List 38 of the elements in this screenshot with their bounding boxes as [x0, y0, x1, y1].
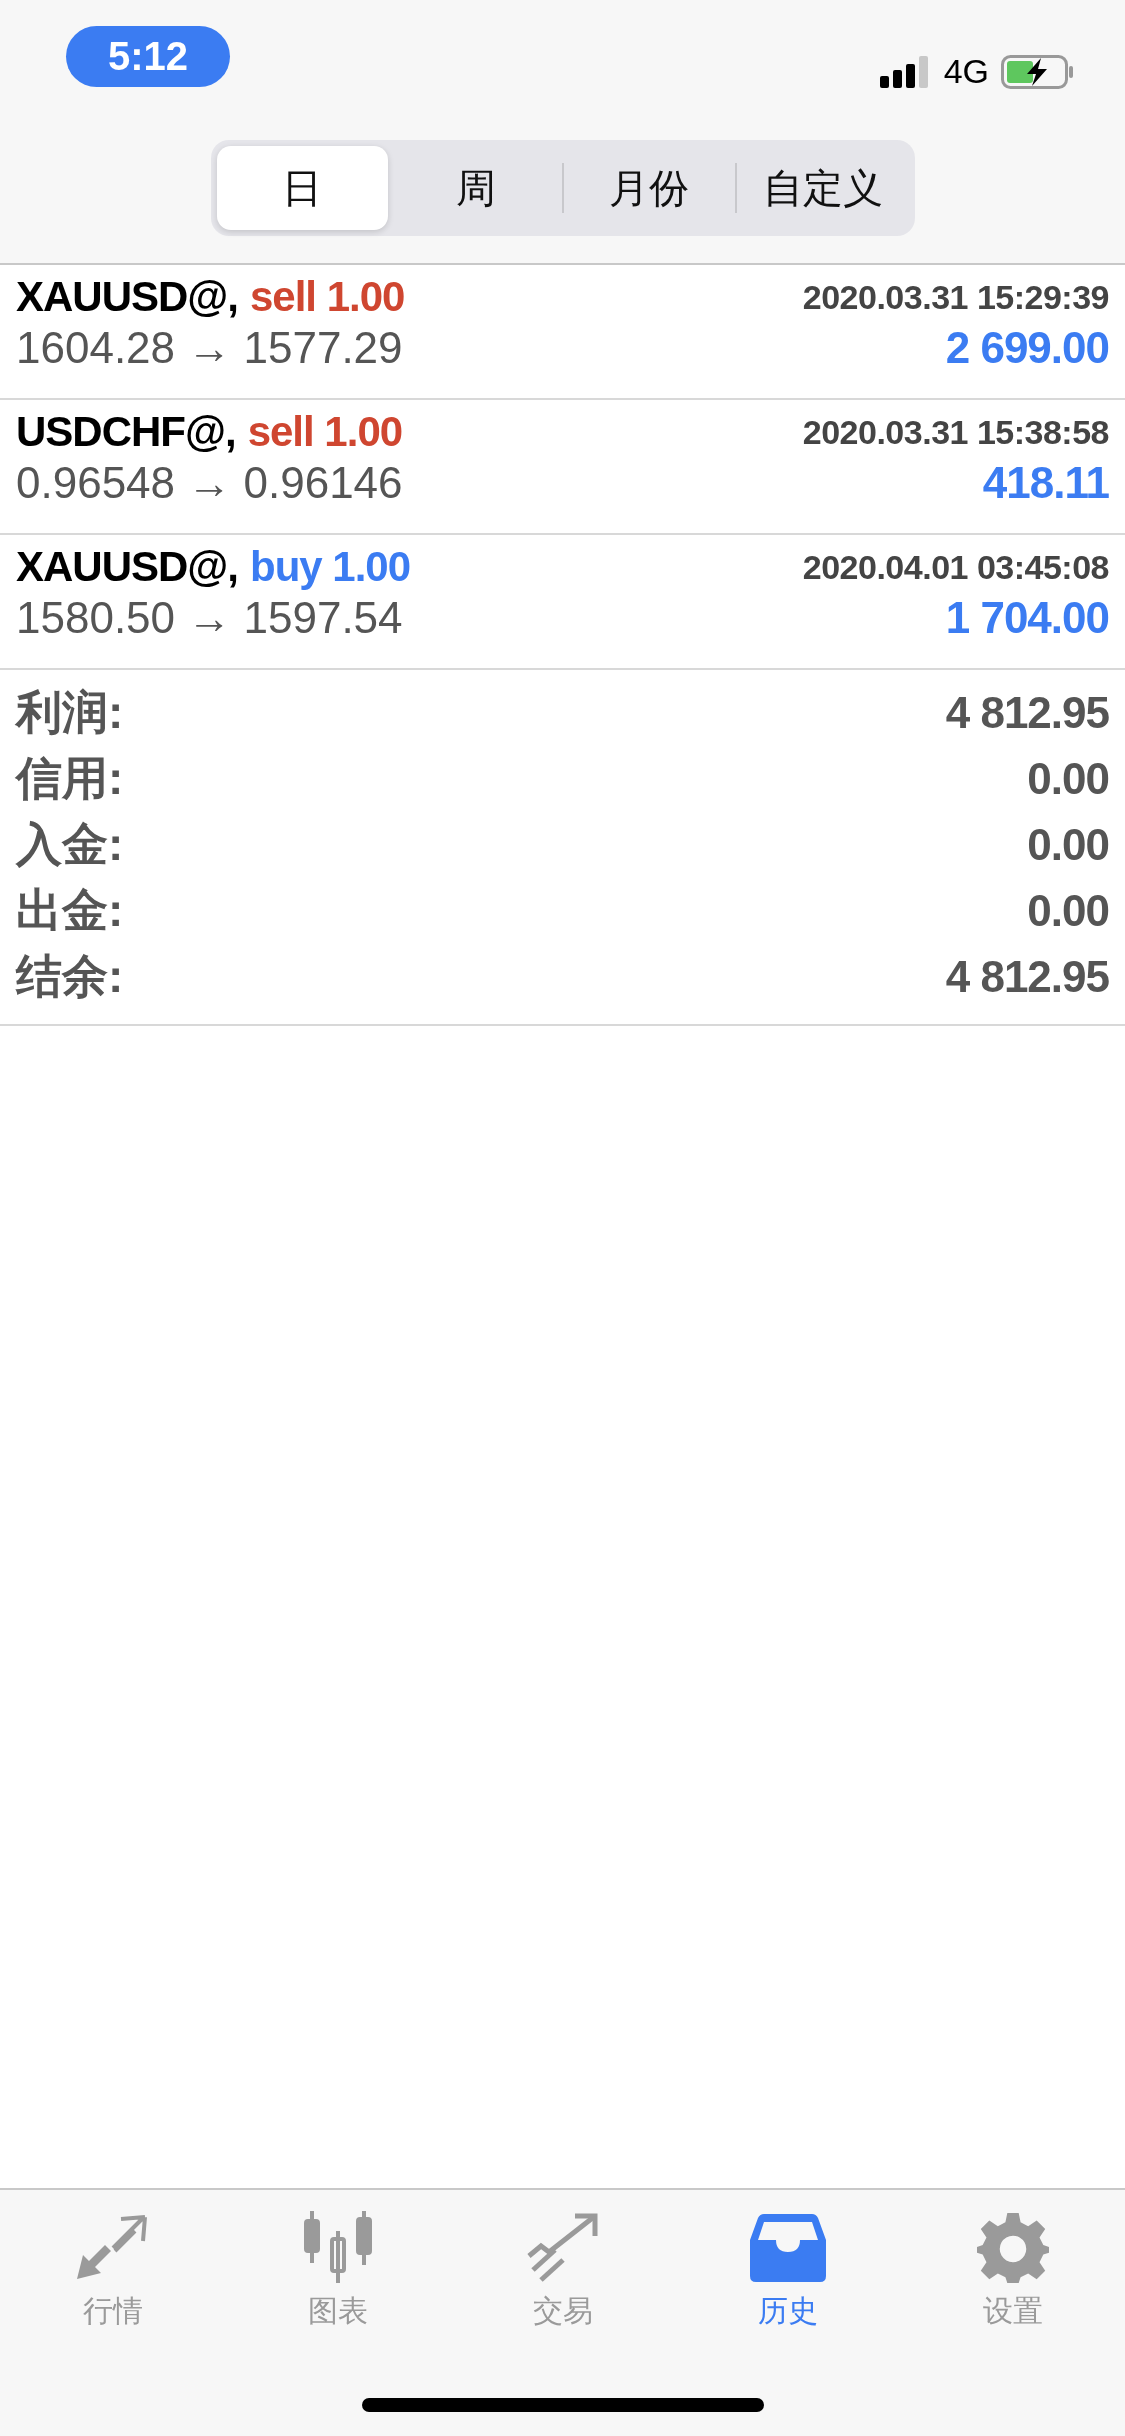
deal-prices: 0.96548 → 0.96146	[16, 458, 403, 508]
deal-row[interactable]: XAUUSD@, sell 1.00 2020.03.31 15:29:39 1604.28 → 1577.29 2 699.00	[0, 265, 1125, 400]
deal-time: 2020.04.01 03:45:08	[802, 547, 1109, 587]
deal-row[interactable]: USDCHF@, sell 1.00 2020.03.31 15:38:58 0.96548 → 0.96146 418.11	[0, 400, 1125, 535]
deal-prices: 1604.28 → 1577.29	[16, 323, 403, 373]
summary-value: 4 812.95	[945, 688, 1109, 738]
network-label: 4G	[943, 52, 989, 91]
period-tab[interactable]: 周	[390, 146, 562, 230]
deal-symbol: XAUUSD@,	[16, 543, 238, 591]
summary-label: 入金:	[16, 817, 124, 872]
deal-order: sell 1.00	[247, 408, 403, 456]
period-tab[interactable]: 日	[216, 146, 388, 230]
deal-row[interactable]: XAUUSD@, buy 1.00 2020.04.01 03:45:08 1580.50 → 1597.54 1 704.00	[0, 535, 1125, 670]
deal-order: sell 1.00	[250, 273, 405, 321]
summary-value: 4 812.95	[945, 952, 1109, 1002]
inbox-icon	[749, 2211, 826, 2283]
period-tab[interactable]: 自定义	[737, 146, 909, 230]
deal-time: 2020.03.31 15:29:39	[802, 277, 1109, 317]
summary-label: 信用:	[16, 751, 124, 806]
deal-symbol: XAUUSD@,	[16, 273, 238, 321]
period-tab[interactable]: 月份	[563, 146, 735, 230]
deal-prices: 1580.50 → 1597.54	[16, 593, 403, 643]
deal-order: buy 1.00	[250, 543, 411, 591]
summary-label: 利润:	[16, 685, 124, 740]
settings-icon	[974, 2211, 1051, 2283]
battery-icon	[1001, 54, 1075, 89]
deal-time: 2020.03.31 15:38:58	[802, 412, 1109, 452]
deal-profit: 2 699.00	[945, 323, 1109, 373]
summary-label: 结余:	[16, 949, 124, 1004]
deal-symbol: USDCHF@,	[16, 408, 236, 456]
tab-bar-item[interactable]: 历史	[675, 2210, 900, 2333]
summary-value: 0.00	[1027, 886, 1109, 936]
summary-value: 0.00	[1027, 754, 1109, 804]
deal-profit: 418.11	[982, 458, 1109, 508]
status-time: 5:12	[66, 26, 231, 87]
summary-label: 出金:	[16, 883, 124, 938]
deal-profit: 1 704.00	[945, 593, 1109, 643]
summary-value: 0.00	[1027, 820, 1109, 870]
